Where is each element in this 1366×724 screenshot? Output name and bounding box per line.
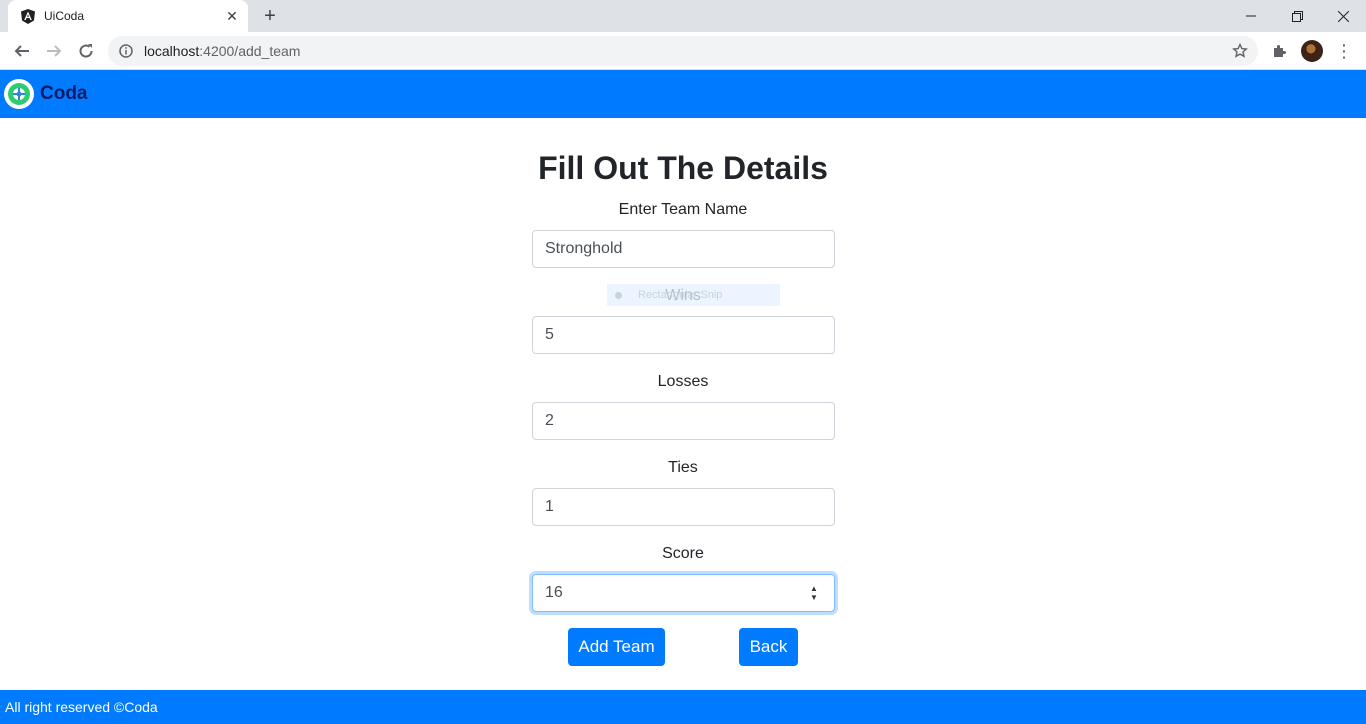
add-team-form: Fill Out The Details Enter Team Name Win… xyxy=(0,118,1366,690)
app-footer: All right reserved ©Coda xyxy=(0,690,1366,724)
spin-up-icon[interactable]: ▲ xyxy=(810,584,818,593)
close-window-icon[interactable] xyxy=(1320,0,1366,32)
footer-copyright: All right reserved ©Coda xyxy=(5,699,158,715)
bookmark-star-icon[interactable] xyxy=(1228,39,1252,63)
snip-icon xyxy=(615,291,622,299)
reload-icon[interactable] xyxy=(72,37,100,65)
address-bar[interactable]: localhost:4200/add_team xyxy=(108,36,1258,66)
tab-title: UiCoda xyxy=(44,9,85,23)
close-tab-icon[interactable]: ✕ xyxy=(222,6,242,26)
angular-icon xyxy=(20,8,36,24)
more-menu-icon[interactable]: ⋮ xyxy=(1332,39,1356,63)
app-navbar: Coda xyxy=(0,70,1366,118)
team-name-input[interactable] xyxy=(532,230,835,268)
score-spinner-icon[interactable]: ▲ ▼ xyxy=(806,582,822,604)
profile-avatar[interactable] xyxy=(1301,40,1323,62)
forward-arrow-icon[interactable] xyxy=(40,37,68,65)
browser-tab-strip: UiCoda ✕ + xyxy=(0,0,1366,32)
score-input[interactable] xyxy=(532,574,835,612)
score-label: Score xyxy=(662,545,704,562)
brand-name[interactable]: Coda xyxy=(40,83,88,105)
snip-text: Rectangular Snip xyxy=(638,289,723,301)
url-host: localhost xyxy=(144,43,200,59)
minimize-icon[interactable] xyxy=(1228,0,1274,32)
browser-toolbar: localhost:4200/add_team ⋮ xyxy=(0,32,1366,70)
back-arrow-icon[interactable] xyxy=(8,37,36,65)
restore-icon[interactable] xyxy=(1274,0,1320,32)
back-button[interactable]: Back xyxy=(739,628,798,666)
ties-input[interactable] xyxy=(532,488,835,526)
wins-input[interactable] xyxy=(532,316,835,354)
page-title: Fill Out The Details xyxy=(538,150,828,186)
brand-logo-icon[interactable] xyxy=(4,79,34,109)
snip-overlay: Rectangular Snip xyxy=(607,284,780,306)
url-text: localhost:4200/add_team xyxy=(144,43,1228,59)
url-path: :4200/add_team xyxy=(199,43,301,59)
browser-tab[interactable]: UiCoda ✕ xyxy=(8,0,248,32)
new-tab-icon[interactable]: + xyxy=(258,4,282,28)
losses-input[interactable] xyxy=(532,402,835,440)
spin-down-icon[interactable]: ▼ xyxy=(810,593,818,602)
add-team-button[interactable]: Add Team xyxy=(568,628,665,666)
losses-label: Losses xyxy=(657,373,709,390)
extensions-puzzle-icon[interactable] xyxy=(1268,39,1292,63)
info-icon[interactable] xyxy=(118,43,134,59)
team-name-label: Enter Team Name xyxy=(618,201,748,218)
ties-label: Ties xyxy=(668,459,698,476)
